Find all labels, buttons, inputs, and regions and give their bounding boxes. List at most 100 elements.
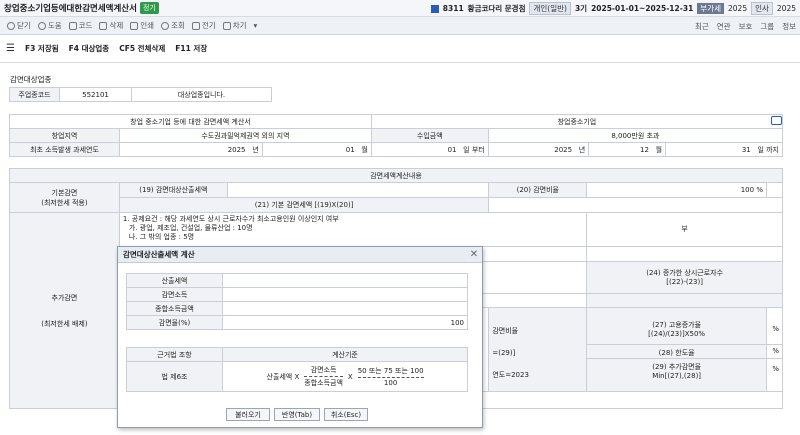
person-year: 2025 (776, 4, 796, 13)
next-icon (222, 21, 231, 30)
toolbar: 닫기 도움 코드 삭제 인쇄 조회 전기 차기 ▾ 최근 연관 보호 그룹 정보 (0, 17, 800, 35)
modal-input-table: 산출세액 감면소득 종합소득금액 감면율(%) 100 (126, 273, 468, 330)
to-day[interactable]: 31 일 까지 (665, 142, 783, 157)
print-icon (130, 21, 139, 30)
prev-button[interactable]: 전기 (191, 20, 216, 31)
row27-label: (27) 고용증가율 [(24)/(23)]X50% (587, 317, 766, 345)
region-value[interactable]: 수도권과밀억제권역 외의 지역 (119, 128, 372, 143)
modal-basis-table: 근거법 조항 계산기준 법 제6조 산출세액 X 감면소득 종합소득금액 X 5… (126, 347, 468, 392)
rate-values[interactable]: % % % (765, 307, 784, 393)
print-button[interactable]: 인쇄 (130, 20, 154, 31)
modal-row-tax-input[interactable] (222, 273, 468, 288)
apply-button[interactable]: 반영(Tab) (274, 408, 320, 421)
next-button[interactable]: 차기 (222, 20, 247, 31)
help-button[interactable]: 도움 (37, 20, 62, 31)
modal-row-rate-input[interactable]: 100 (222, 315, 468, 330)
rate-frag: 감면비율 =(29)] 연도=2023 (488, 307, 588, 393)
code-button[interactable]: 코드 (68, 20, 92, 31)
main-form: 창업 중소기업 등에 대한 감면세액 계산서 창업중소기업 창업지역 수도권과밀… (9, 114, 784, 157)
window-title: 창업중소기업등에대한감면세액계산서 (4, 4, 137, 14)
requirement-value[interactable]: 부 (586, 212, 783, 247)
info-button[interactable]: 정보 (782, 21, 796, 32)
code-icon (68, 21, 77, 30)
prev-icon (191, 21, 200, 30)
industry-table: 주업종코드 552101 대상업종입니다. (9, 87, 272, 102)
row29-label: (29) 추가감면율 Min[(27),(28)] (652, 362, 702, 380)
biz-type-chip: 개인(일반) (529, 2, 571, 15)
more-dropdown[interactable]: ▾ (254, 21, 258, 30)
cf5-button[interactable]: CF5 전체삭제 (119, 43, 165, 54)
rate-subtable: (27) 고용증가율 [(24)/(23)]X50% (28) 한도율 (29) … (586, 307, 767, 393)
row21-label: (21) 기본 감면세액 [(19)X(20)] (118, 197, 490, 213)
modal-title: 감면대상산출세액 계산 (123, 250, 195, 259)
modal-row-total-label: 종합소득금액 (126, 301, 223, 316)
form-title: 창업 중소기업 등에 대한 감면세액 계산서 (9, 114, 372, 129)
to-month[interactable]: 12 월 (588, 142, 667, 157)
group-button[interactable]: 그룹 (760, 21, 774, 32)
row24-label: (24) 증가한 상시근로자수 [(22)-(23)] (586, 260, 783, 294)
calc-modal: 감면대상산출세액 계산 ✕ 산출세액 감면소득 종합소득금액 감면율(%) 100… (117, 246, 483, 428)
section-title: 감면대상업종 (10, 75, 52, 84)
menu-icon[interactable]: ☰ (6, 43, 15, 54)
modal-row-income-label: 감면소득 (126, 287, 223, 302)
search-icon (161, 21, 170, 30)
industry-code-value[interactable]: 552101 (59, 87, 132, 102)
law-value: 법 제6조 (126, 361, 223, 392)
delete-button[interactable]: 삭제 (99, 20, 123, 31)
protect-button[interactable]: 보호 (739, 21, 753, 32)
basic-label: 기본감면 (최저한세 적용) (9, 182, 120, 213)
company-name[interactable]: 황금코다리 문경점 (468, 3, 526, 14)
memo-icon[interactable] (771, 116, 782, 125)
industry-code-label: 주업종코드 (9, 87, 60, 102)
modal-row-rate-label: 감면율(%) (126, 315, 223, 330)
load-button[interactable]: 불러오기 (226, 408, 270, 421)
function-bar: ☰ F3 저장됨 F4 대상업종 CF5 전체삭제 F11 저장 (0, 35, 800, 63)
modal-row-income-input[interactable] (222, 287, 468, 302)
from-year[interactable]: 2025 년 (119, 142, 263, 157)
company-code: 8311 (442, 4, 464, 13)
period-label: 2025-01-01~2025-12-31 (591, 4, 694, 13)
f3-button[interactable]: F3 저장됨 (25, 43, 59, 54)
row20-value[interactable]: 100 % (586, 182, 767, 198)
row19-label: (19) 감면대상산출세액 (118, 182, 228, 198)
requirement-text: 1. 공제요건 : 해당 과세연도 상시 근로자수가 최소고용인원 이상인지 여… (118, 212, 588, 247)
vat-year: 2025 (728, 4, 748, 13)
add-label: 추가감면 (최저한세 배제) (9, 212, 120, 409)
trash-icon (99, 21, 108, 30)
formula: 산출세액 X 감면소득 종합소득금액 X 50 또는 75 또는 100 100 (222, 361, 468, 392)
region-label: 창업지역 (9, 128, 120, 143)
close-icon[interactable]: ✕ (466, 249, 482, 260)
row19-value[interactable] (226, 182, 490, 198)
company-info: 8311 황금코다리 문경점 개인(일반) 3기 2025-01-01~2025… (430, 2, 796, 15)
building-icon (430, 4, 439, 13)
f4-button[interactable]: F4 대상업종 (69, 43, 110, 54)
vat-tag: 부가세 (697, 3, 724, 14)
modal-header: 감면대상산출세액 계산 ✕ (118, 247, 482, 263)
person-tag: 인사 (751, 2, 773, 15)
income-value[interactable]: 8,000만원 초과 (487, 128, 784, 143)
f11-button[interactable]: F11 저장 (175, 43, 207, 54)
cancel-button[interactable]: 취소(Esc) (324, 408, 368, 421)
status-badge: 정기 (139, 2, 159, 14)
close-button[interactable]: 닫기 (7, 20, 31, 31)
search-button[interactable]: 조회 (161, 20, 185, 31)
basis-header: 계산기준 (222, 347, 468, 362)
first-year-label: 최초 소득발생 과세연도 (9, 142, 120, 157)
related-button[interactable]: 연관 (717, 21, 731, 32)
toolbar-right: 최근 연관 보호 그룹 정보 (695, 21, 796, 32)
from-month[interactable]: 01 월 (261, 142, 372, 157)
modal-row-total-input[interactable] (222, 301, 468, 316)
row21-value[interactable] (488, 197, 783, 213)
recent-button[interactable]: 최근 (695, 21, 709, 32)
calc-title: 감면세액계산내용 (9, 168, 783, 183)
from-day[interactable]: 01 일 부터 (370, 142, 489, 157)
law-header: 근거법 조항 (126, 347, 223, 362)
modal-row-tax-label: 산출세액 (126, 273, 223, 288)
to-year[interactable]: 2025 년 (487, 142, 590, 157)
income-label: 수입금액 (370, 128, 489, 143)
help-icon (37, 21, 46, 30)
form-type[interactable]: 창업중소기업 (370, 114, 784, 129)
industry-status: 대상업종입니다. (131, 87, 272, 102)
row28-label: (28) 한도율 (587, 345, 766, 359)
row20-label: (20) 감면비율 (488, 182, 588, 198)
